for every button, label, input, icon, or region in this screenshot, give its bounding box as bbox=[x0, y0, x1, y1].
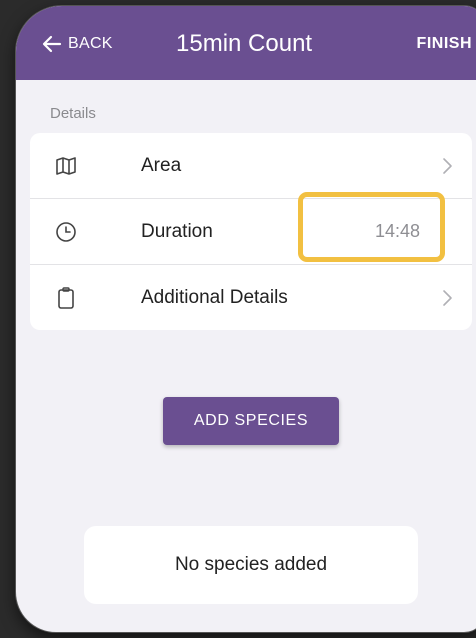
empty-message: No species added bbox=[174, 554, 328, 575]
chevron-right-icon bbox=[443, 289, 452, 306]
species-empty-state: No species added bbox=[84, 526, 418, 604]
area-label: Area bbox=[141, 154, 182, 176]
page-title: 15min Count bbox=[176, 30, 313, 57]
duration-highlight-box bbox=[298, 192, 445, 262]
app-screen: BACK 15min Count FINISH Details Area Dur… bbox=[16, 6, 476, 632]
arrow-left-icon bbox=[42, 35, 62, 53]
duration-label: Duration bbox=[141, 220, 213, 242]
top-app-bar: BACK 15min Count FINISH bbox=[16, 6, 476, 80]
additional-details-row[interactable]: Additional Details bbox=[30, 265, 472, 330]
details-section-label: Details bbox=[50, 105, 96, 122]
finish-button[interactable]: FINISH bbox=[417, 35, 472, 53]
clock-icon bbox=[56, 221, 76, 242]
additional-details-label: Additional Details bbox=[141, 286, 288, 308]
clipboard-icon bbox=[58, 286, 74, 309]
add-species-button[interactable]: ADD SPECIES bbox=[163, 397, 339, 445]
back-label: BACK bbox=[68, 35, 113, 52]
back-button[interactable]: BACK bbox=[40, 32, 113, 56]
area-row[interactable]: Area bbox=[30, 133, 472, 199]
map-icon bbox=[56, 156, 76, 175]
chevron-right-icon bbox=[443, 157, 452, 174]
